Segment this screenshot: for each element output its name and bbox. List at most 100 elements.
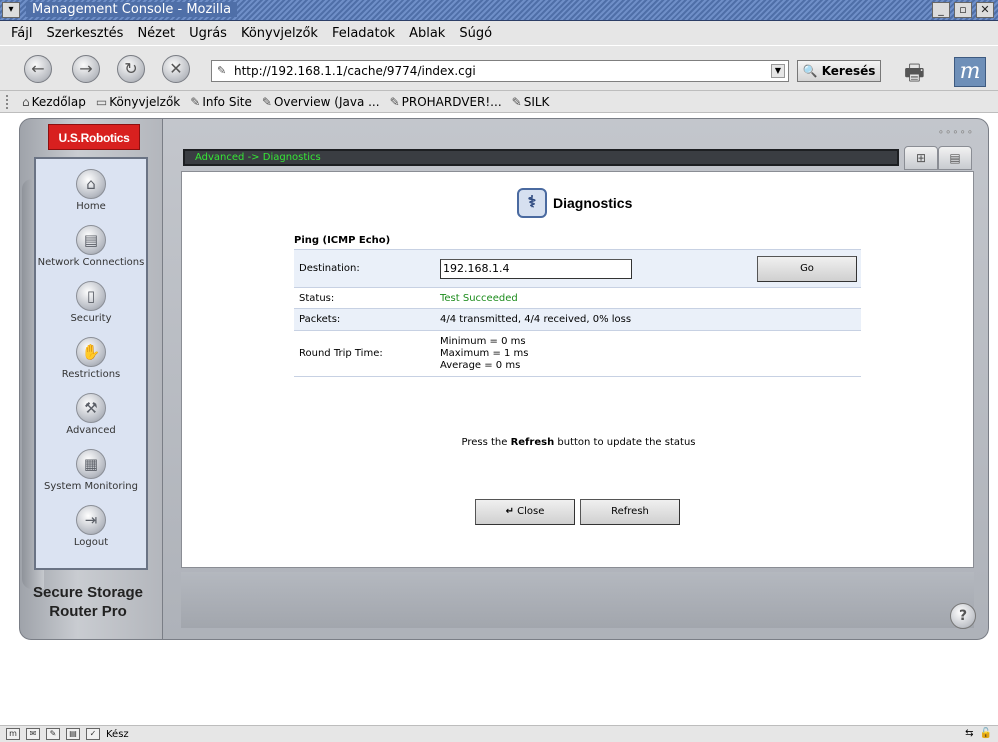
back-arrow-icon: ← <box>31 59 45 78</box>
back-button[interactable]: ← <box>24 55 52 83</box>
go-button[interactable]: Go <box>757 255 857 282</box>
tools-icon: ⚒ <box>76 393 106 423</box>
maximize-icon: ▫ <box>959 3 967 16</box>
refresh-button[interactable]: Refresh <box>580 499 680 525</box>
navigation-toolbar: ← → ↻ ✕ ✎ http://192.168.1.1/cache/9774/… <box>0 45 998 91</box>
menu-bookmarks[interactable]: Könyvjelzők <box>240 26 319 41</box>
router-page: U.S.Robotics ⌂ Home ▤ Network Connection… <box>0 113 998 725</box>
bookmark-info-site[interactable]: ✎ Info Site <box>190 95 252 109</box>
bookmark-folder[interactable]: ▭ Könyvjelzők <box>96 95 180 109</box>
bookmark-silk[interactable]: ✎ SILK <box>512 95 550 109</box>
bookmark-icon: ✎ <box>261 94 272 109</box>
close-window-button[interactable]: ✕ <box>976 2 994 18</box>
bookmark-prohardver[interactable]: ✎ PROHARDVER!... <box>390 95 502 109</box>
main-footer <box>181 572 974 628</box>
menu-tasks[interactable]: Feladatok <box>331 26 396 41</box>
help-button[interactable]: ? <box>950 603 976 629</box>
diagnostics-icon: ⚕ <box>517 188 547 218</box>
reload-button[interactable]: ↻ <box>117 55 145 83</box>
addressbook-icon[interactable]: ▤ <box>66 728 80 740</box>
rtt-min: Minimum = 0 ms <box>440 335 526 347</box>
folder-icon: ▭ <box>95 94 108 109</box>
bookmark-overview[interactable]: ✎ Overview (Java ... <box>262 95 380 109</box>
composer-icon[interactable]: ✎ <box>46 728 60 740</box>
restrictions-icon: ✋ <box>76 337 106 367</box>
bookmark-icon: ✎ <box>190 94 201 109</box>
network-icon: ▤ <box>76 225 106 255</box>
monitor-icon: ▦ <box>76 449 106 479</box>
main-panel-frame: ∘∘∘∘∘ Advanced -> Diagnostics ⊞ ▤ ⚕ Diag… <box>162 118 989 640</box>
mozilla-icon[interactable]: m <box>6 728 20 740</box>
sidebar-item-restrictions[interactable]: ✋ Restrictions <box>36 337 146 389</box>
notes-button[interactable]: ▤ <box>938 146 972 170</box>
breadcrumb: Advanced -> Diagnostics <box>183 149 899 166</box>
sidebar-item-label: System Monitoring <box>44 481 138 492</box>
page-icon: ✎ <box>217 64 227 77</box>
sidebar-item-system-monitoring[interactable]: ▦ System Monitoring <box>36 449 146 501</box>
menu-file[interactable]: Fájl <box>10 26 33 41</box>
reload-icon: ↻ <box>124 59 138 78</box>
notes-icon: ▤ <box>949 151 961 165</box>
menu-edit[interactable]: Szerkesztés <box>45 26 124 41</box>
lock-icon: ▯ <box>76 281 106 311</box>
sidebar-item-label: Logout <box>73 537 109 548</box>
bookmark-home[interactable]: ⌂ Kezdőlap <box>22 95 86 109</box>
menu-window[interactable]: Ablak <box>408 26 446 41</box>
product-name: Secure Storage Router Pro <box>32 584 144 620</box>
sidebar-item-network-connections[interactable]: ▤ Network Connections <box>36 225 146 277</box>
sitemap-icon: ⊞ <box>915 151 927 165</box>
print-icon[interactable]: 🖶 <box>904 56 940 86</box>
chevron-down-icon: ▾ <box>8 4 14 15</box>
status-text: Kész <box>106 728 129 740</box>
sitemap-button[interactable]: ⊞ <box>904 146 938 170</box>
mozilla-logo: m <box>954 57 986 87</box>
url-dropdown-icon[interactable]: ▼ <box>771 64 785 78</box>
logout-icon: ⇥ <box>76 505 106 535</box>
sidebar-item-home[interactable]: ⌂ Home <box>36 169 146 221</box>
rtt-label: Round Trip Time: <box>294 330 436 377</box>
close-button[interactable]: ↵ Close <box>475 499 575 525</box>
status-label: Status: <box>294 287 436 309</box>
bookmarks-toolbar: ⌂ Kezdőlap ▭ Könyvjelzők ✎ Info Site ✎ Overv… <box>0 91 998 113</box>
menu-go[interactable]: Ugrás <box>188 26 228 41</box>
stop-icon: ✕ <box>169 59 183 78</box>
table-row-packets: Packets: 4/4 transmitted, 4/4 received, … <box>294 308 861 331</box>
forward-button[interactable]: → <box>72 55 100 83</box>
close-icon: ✕ <box>980 3 990 16</box>
destination-label: Destination: <box>294 249 436 288</box>
rtt-max: Maximum = 1 ms <box>440 347 529 359</box>
menu-view[interactable]: Nézet <box>136 26 176 41</box>
search-button[interactable]: 🔍 Keresés <box>797 60 881 82</box>
menu-help[interactable]: Súgó <box>458 26 493 41</box>
destination-input[interactable] <box>440 258 632 279</box>
menubar: Fájl Szerkesztés Nézet Ugrás Könyvjelzők… <box>0 21 998 45</box>
url-field[interactable]: ✎ http://192.168.1.1/cache/9774/index.cg… <box>211 60 789 82</box>
minimize-icon: _ <box>938 3 944 16</box>
minimize-button[interactable]: _ <box>932 2 950 18</box>
window-menu-button[interactable]: ▾ <box>2 2 20 18</box>
sidebar-item-security[interactable]: ▯ Security <box>36 281 146 333</box>
sidebar-item-label: Home <box>76 201 106 212</box>
refresh-hint: Press the Refresh button to update the s… <box>461 437 696 448</box>
toolbar-grip[interactable] <box>6 94 12 109</box>
table-row-destination: Destination: Go <box>294 249 861 288</box>
packets-value: 4/4 transmitted, 4/4 received, 0% loss <box>436 308 861 331</box>
mail-icon[interactable]: ✉ <box>26 728 40 740</box>
sidebar-item-label: Advanced <box>66 425 116 436</box>
ping-table: Destination: Go Status: Test Succeeded P… <box>294 249 861 377</box>
sidebar-item-logout[interactable]: ⇥ Logout <box>36 505 146 557</box>
connection-icon: ⇆ <box>965 728 974 739</box>
stop-button[interactable]: ✕ <box>162 55 190 83</box>
page-title: ⚕ Diagnostics <box>517 186 632 220</box>
diagnostics-content: ⚕ Diagnostics Ping (ICMP Echo) Destinati… <box>181 171 974 568</box>
irc-icon[interactable]: ✓ <box>86 728 100 740</box>
rtt-values: Minimum = 0 ms Maximum = 1 ms Average = … <box>436 330 861 377</box>
sidebar-item-advanced[interactable]: ⚒ Advanced <box>36 393 146 445</box>
home-icon: ⌂ <box>76 169 106 199</box>
rtt-avg: Average = 0 ms <box>440 359 521 371</box>
statusbar: m ✉ ✎ ▤ ✓ Kész ⇆ 🔓 <box>0 725 998 742</box>
maximize-button[interactable]: ▫ <box>954 2 972 18</box>
packets-label: Packets: <box>294 308 436 331</box>
bookmark-icon: ✎ <box>511 94 522 109</box>
sidebar-nav: ⌂ Home ▤ Network Connections ▯ Security … <box>34 157 148 570</box>
